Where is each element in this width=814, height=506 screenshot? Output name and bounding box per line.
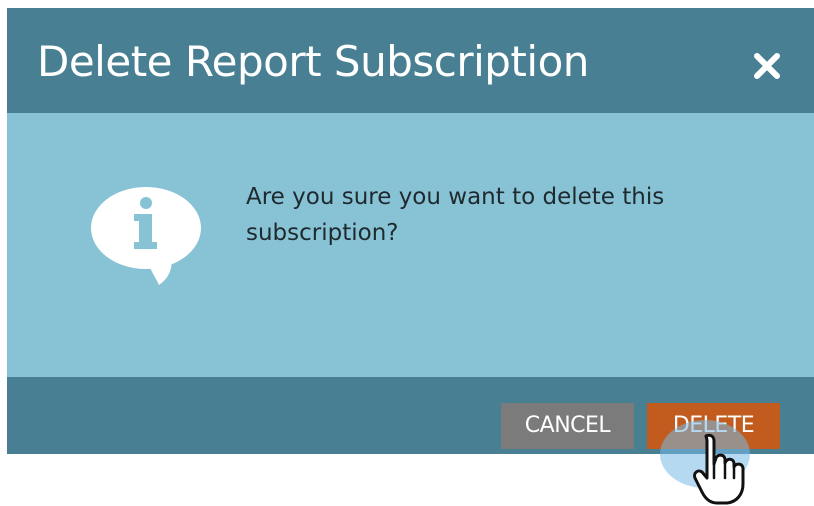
close-button[interactable] [747,46,787,86]
delete-subscription-dialog: Delete Report Subscription Are you sure … [7,8,814,454]
dialog-footer: CANCEL DELETE [7,377,814,454]
info-speech-bubble-icon [91,187,201,285]
dialog-body: Are you sure you want to delete this sub… [7,113,814,377]
dialog-header: Delete Report Subscription [7,8,814,113]
dialog-title: Delete Report Subscription [37,37,589,86]
delete-button[interactable]: DELETE [647,403,780,449]
cancel-button[interactable]: CANCEL [501,403,634,449]
close-icon [754,53,780,79]
confirmation-message: Are you sure you want to delete this sub… [246,184,665,246]
